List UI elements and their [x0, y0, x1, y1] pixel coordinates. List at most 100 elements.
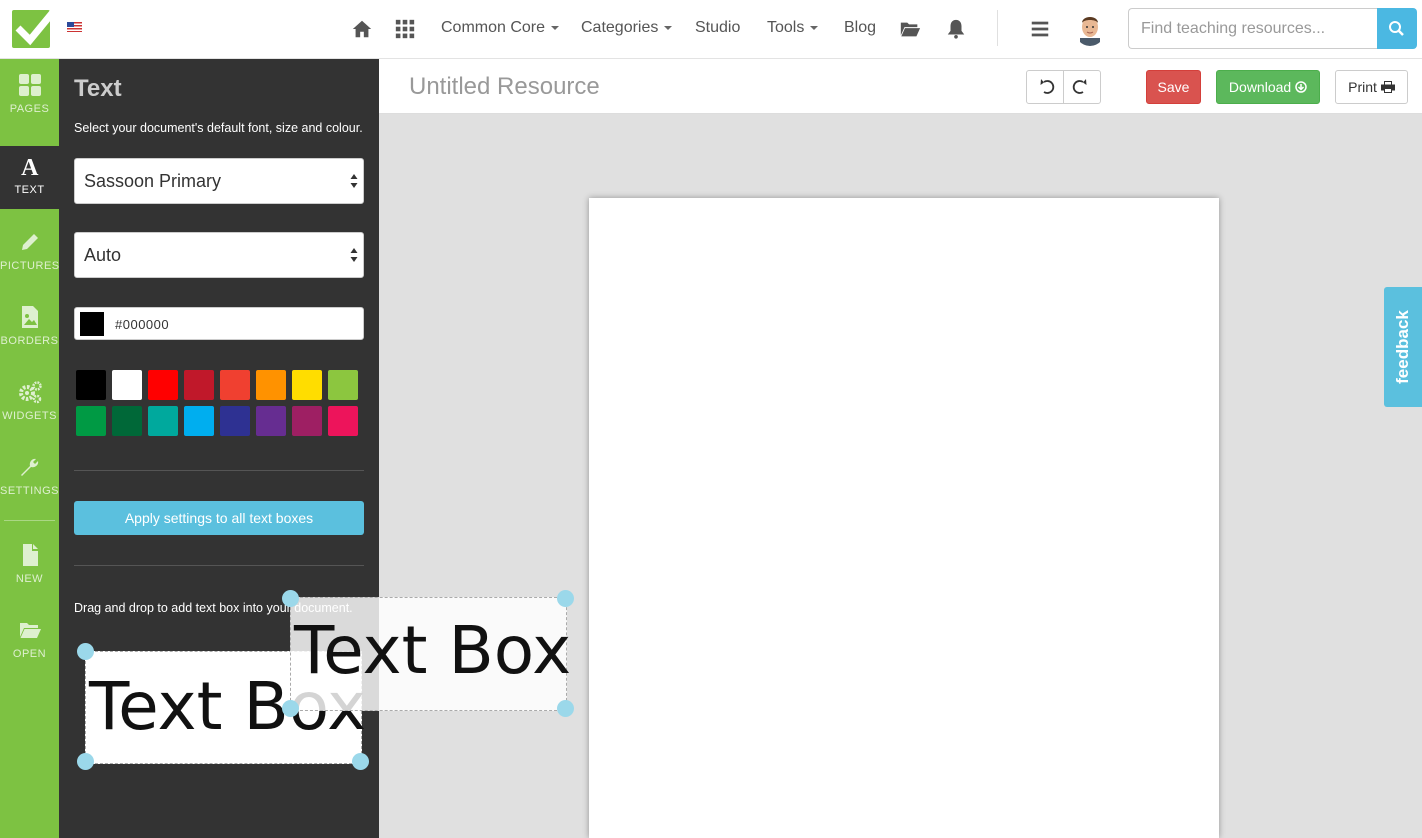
apply-settings-button[interactable]: Apply settings to all text boxes	[74, 501, 364, 535]
nav-categories-label: Categories	[581, 19, 659, 36]
chevron-down-icon	[551, 25, 560, 30]
nav-studio[interactable]: Studio	[695, 19, 740, 37]
download-circle-icon	[1295, 81, 1307, 93]
rail-item-settings[interactable]: SETTINGS	[0, 455, 59, 519]
menu-icon[interactable]	[1029, 18, 1051, 40]
undo-button[interactable]	[1026, 70, 1064, 104]
print-button[interactable]: Print	[1335, 70, 1408, 104]
apps-grid-icon[interactable]	[394, 18, 416, 40]
pages-icon	[18, 74, 41, 96]
color-preview-chip[interactable]	[80, 312, 104, 336]
color-swatch[interactable]	[184, 370, 214, 400]
color-swatch[interactable]	[76, 406, 106, 436]
rail-item-pages[interactable]: PAGES	[0, 73, 59, 137]
rail-label: BORDERS	[0, 335, 59, 347]
rail-label: NEW	[15, 573, 44, 585]
font-select-value: Sassoon Primary	[84, 171, 222, 191]
us-flag-icon[interactable]	[67, 22, 82, 32]
document-title[interactable]: Untitled Resource	[409, 73, 600, 101]
rail-label: PAGES	[9, 103, 50, 115]
resize-handle[interactable]	[282, 700, 299, 717]
color-swatch[interactable]	[292, 406, 322, 436]
home-icon[interactable]	[351, 18, 373, 40]
printer-icon	[1380, 81, 1395, 93]
text-icon: A	[21, 155, 39, 178]
panel-title: Text	[74, 75, 122, 102]
rail-label: OPEN	[12, 648, 47, 660]
search-button[interactable]	[1377, 8, 1417, 49]
print-label: Print	[1348, 79, 1377, 95]
chevron-down-icon	[664, 25, 673, 30]
panel-divider	[74, 470, 364, 471]
pencil-icon	[21, 234, 38, 250]
redo-button[interactable]	[1063, 70, 1101, 104]
nav-tools[interactable]: Tools	[767, 19, 819, 37]
resize-handle[interactable]	[77, 643, 94, 660]
color-swatch[interactable]	[328, 370, 358, 400]
rail-label: PICTURES	[0, 260, 60, 272]
color-swatch[interactable]	[328, 406, 358, 436]
document-page[interactable]	[589, 198, 1219, 838]
wrench-icon	[20, 458, 38, 476]
nav-categories[interactable]: Categories	[581, 19, 673, 37]
font-select[interactable]: Sassoon Primary	[74, 158, 364, 204]
save-button[interactable]: Save	[1146, 70, 1201, 104]
nav-tools-label: Tools	[767, 19, 805, 36]
download-label: Download	[1228, 79, 1292, 95]
nav-common-core[interactable]: Common Core	[441, 19, 560, 37]
color-swatch[interactable]	[256, 406, 286, 436]
color-field[interactable]: #000000	[74, 307, 364, 340]
resize-handle[interactable]	[282, 590, 299, 607]
select-arrows-icon	[350, 248, 358, 262]
top-navbar: Common Core Categories Studio Tools Blog…	[0, 0, 1422, 59]
resize-handle[interactable]	[557, 700, 574, 717]
new-file-icon	[22, 544, 38, 566]
bell-icon[interactable]	[945, 18, 967, 40]
color-swatch[interactable]	[76, 370, 106, 400]
rail-item-borders[interactable]: BORDERS	[0, 305, 59, 369]
rail-item-open[interactable]: OPEN	[0, 618, 59, 682]
search-input[interactable]: Find teaching resources...	[1128, 8, 1378, 49]
color-swatch[interactable]	[112, 370, 142, 400]
size-select-value: Auto	[84, 245, 122, 265]
color-swatch[interactable]	[112, 406, 142, 436]
borders-icon	[21, 306, 38, 328]
color-swatch[interactable]	[184, 406, 214, 436]
resize-handle[interactable]	[77, 753, 94, 770]
color-swatch[interactable]	[220, 406, 250, 436]
color-swatch[interactable]	[256, 370, 286, 400]
logo[interactable]	[12, 3, 61, 48]
rail-label: TEXT	[14, 184, 45, 196]
avatar[interactable]	[1074, 10, 1106, 46]
dragging-textbox[interactable]: Text Box	[290, 597, 571, 711]
rail-item-pictures[interactable]: PICTURES	[0, 230, 59, 294]
select-arrows-icon	[350, 174, 358, 188]
checkmark-icon	[15, 3, 61, 46]
folder-open-icon[interactable]	[899, 18, 921, 40]
color-swatch[interactable]	[148, 370, 178, 400]
panel-divider	[74, 565, 364, 566]
feedback-tab[interactable]: feedback	[1384, 287, 1422, 407]
color-field-value: #000000	[115, 317, 170, 332]
size-select[interactable]: Auto	[74, 232, 364, 278]
feedback-label: feedback	[1393, 310, 1412, 384]
color-swatch[interactable]	[220, 370, 250, 400]
color-swatch[interactable]	[148, 406, 178, 436]
panel-description: Select your document's default font, siz…	[74, 121, 363, 135]
folder-open-icon	[19, 623, 41, 638]
color-swatch[interactable]	[292, 370, 322, 400]
search-icon	[1389, 21, 1404, 36]
redo-icon	[1072, 79, 1087, 94]
rail-item-text[interactable]: A TEXT	[0, 146, 59, 209]
resize-handle[interactable]	[557, 590, 574, 607]
svg-text:A: A	[21, 155, 39, 178]
tool-rail: PAGES A TEXT PICTURES BORDERS WIDGETS SE…	[0, 59, 59, 838]
gears-icon	[18, 381, 42, 404]
editor-header: Untitled Resource Save Download Print	[379, 59, 1422, 114]
rail-divider	[4, 520, 55, 521]
rail-item-widgets[interactable]: WIDGETS	[0, 380, 59, 444]
resize-handle[interactable]	[352, 753, 369, 770]
rail-item-new[interactable]: NEW	[0, 543, 59, 607]
download-button[interactable]: Download	[1216, 70, 1320, 104]
nav-blog[interactable]: Blog	[844, 19, 876, 37]
